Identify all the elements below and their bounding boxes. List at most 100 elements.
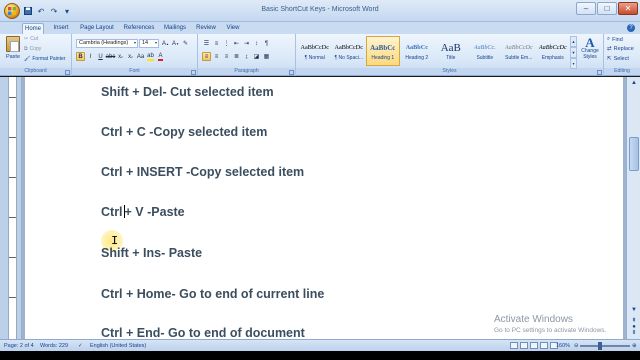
clipboard-launcher-icon[interactable] — [65, 70, 70, 75]
style-subtitle[interactable]: AaBbCc. Subtitle — [468, 36, 502, 66]
superscript-icon[interactable]: x2 — [126, 52, 135, 61]
bullets-icon[interactable]: ☰ — [202, 39, 211, 48]
font-color-icon[interactable]: A — [156, 52, 165, 61]
select-button[interactable]: ⇱ Select — [607, 56, 629, 62]
tab-home[interactable]: Home — [22, 23, 44, 34]
doc-line[interactable]: Ctrl + C -Copy selected item — [101, 125, 267, 139]
font-size-box[interactable]: 14 — [139, 39, 159, 48]
highlight-icon[interactable]: ab — [146, 52, 155, 61]
minimize-button[interactable]: – — [576, 2, 596, 15]
proofing-icon[interactable]: ✓ — [78, 343, 83, 349]
copy-button[interactable]: ⧉ Copy — [24, 46, 41, 52]
font-launcher-icon[interactable] — [191, 70, 196, 75]
select-label: Select — [613, 56, 629, 62]
style-normal[interactable]: AaBbCcDc ¶ Normal — [298, 36, 332, 66]
gallery-up-icon[interactable]: ▲ — [570, 36, 577, 47]
find-button[interactable]: ⌕ Find — [607, 36, 623, 43]
multilevel-list-icon[interactable]: ⋮ — [222, 39, 231, 48]
styles-launcher-icon[interactable] — [597, 70, 602, 75]
doc-line[interactable]: Shift + Del- Cut selected item — [101, 85, 274, 99]
paragraph-launcher-icon[interactable] — [289, 70, 294, 75]
gallery-down-icon[interactable]: ▼ — [570, 47, 577, 58]
align-right-icon[interactable]: ≡ — [222, 52, 231, 61]
style-heading-2[interactable]: AaBbCc Heading 2 — [400, 36, 434, 66]
borders-icon[interactable]: ▦ — [262, 52, 271, 61]
doc-line[interactable]: Shift + Ins- Paste — [101, 246, 202, 260]
scroll-thumb[interactable] — [629, 137, 639, 171]
cut-button[interactable]: ✂ Cut — [24, 36, 38, 42]
maximize-button[interactable]: □ — [597, 2, 617, 15]
tab-mailings[interactable]: Mailings — [161, 23, 189, 34]
vertical-scrollbar[interactable]: ▲ ▼ ⇞ ● ⇟ — [626, 77, 640, 339]
tab-review[interactable]: Review — [194, 23, 218, 34]
decrease-indent-icon[interactable]: ⇤ — [232, 39, 241, 48]
numbering-icon[interactable]: ≡ — [212, 39, 221, 48]
style-sample: AaBbCc. — [473, 44, 496, 51]
font-name-value: Cambria (Headings) — [79, 40, 129, 46]
italic-icon[interactable]: I — [86, 52, 95, 61]
help-icon[interactable]: ? — [627, 24, 635, 32]
increase-indent-icon[interactable]: ⇥ — [242, 39, 251, 48]
paste-button[interactable]: Paste — [3, 36, 23, 66]
print-layout-icon[interactable] — [510, 342, 518, 349]
document-page[interactable]: Shift + Del- Cut selected item Ctrl + C … — [25, 77, 623, 339]
scroll-up-icon[interactable]: ▲ — [629, 78, 639, 88]
word-count[interactable]: Words: 229 — [40, 343, 68, 349]
sort-icon[interactable]: ↕ — [252, 39, 261, 48]
font-name-box[interactable]: Cambria (Headings) — [76, 39, 138, 48]
clipboard-group: Paste ✂ Cut ⧉ Copy 🖌 Format Painter Clipboa… — [0, 34, 72, 76]
doc-line[interactable]: Ctrl + V -Paste — [101, 205, 185, 219]
zoom-out-icon[interactable]: ⊖ — [574, 343, 579, 349]
close-button[interactable]: ✕ — [618, 2, 638, 15]
zoom-slider[interactable] — [580, 345, 630, 347]
tab-page-layout[interactable]: Page Layout — [78, 23, 116, 34]
show-marks-icon[interactable]: ¶ — [262, 39, 271, 48]
chevron-down-icon — [134, 42, 136, 44]
clear-format-icon[interactable]: ✎ — [181, 39, 190, 48]
bold-icon[interactable]: B — [76, 52, 85, 61]
align-left-icon[interactable]: ≡ — [202, 52, 211, 61]
underline-icon[interactable]: U — [96, 52, 105, 61]
scroll-down-icon[interactable]: ▼ — [629, 305, 639, 315]
replace-button[interactable]: ⇄ Replace — [607, 46, 634, 52]
doc-line[interactable]: Ctrl + Home- Go to end of current line — [101, 287, 324, 301]
page-count[interactable]: Page: 2 of 4 — [4, 343, 34, 349]
justify-icon[interactable]: ≣ — [232, 52, 241, 61]
next-page-icon[interactable]: ⇟ — [629, 328, 639, 338]
zoom-slider-thumb[interactable] — [598, 342, 602, 350]
tab-insert[interactable]: Insert — [50, 23, 72, 34]
line-spacing-icon[interactable]: ↨ — [242, 52, 251, 61]
change-styles-button[interactable]: A Change Styles — [578, 36, 602, 66]
styles-group-label: Styles — [296, 68, 603, 75]
doc-line[interactable]: Ctrl + End- Go to end of document — [101, 326, 305, 339]
language[interactable]: English (United States) — [90, 343, 146, 349]
shrink-font-icon[interactable]: A ▼ — [171, 39, 180, 48]
style-name: ¶ No Spaci... — [334, 55, 364, 61]
full-screen-reading-icon[interactable] — [520, 342, 528, 349]
align-center-icon[interactable]: ≡ — [212, 52, 221, 61]
outline-icon[interactable] — [540, 342, 548, 349]
style-title[interactable]: AaB Title — [434, 36, 468, 66]
scissors-icon: ✂ — [24, 36, 29, 42]
doc-line[interactable]: Ctrl + INSERT -Copy selected item — [101, 165, 304, 179]
subscript-icon[interactable]: x2 — [116, 52, 125, 61]
gallery-more-icon[interactable]: ▾ — [570, 58, 577, 69]
format-painter-label: Format Painter — [32, 56, 66, 62]
web-layout-icon[interactable] — [530, 342, 538, 349]
format-buttons: B I U abc x2 x2 Aa ab A — [76, 52, 165, 61]
tab-references[interactable]: References — [121, 23, 157, 34]
style-heading-1[interactable]: AaBbCc Heading 1 — [366, 36, 400, 66]
style-subtle-emphasis[interactable]: AaBbCcDc Subtle Em... — [502, 36, 536, 66]
clipboard-group-label: Clipboard — [0, 68, 71, 75]
shading-icon[interactable]: ◪ — [252, 52, 261, 61]
tab-view[interactable]: View — [223, 23, 243, 34]
change-case-icon[interactable]: Aa — [136, 52, 145, 61]
zoom-in-icon[interactable]: ⊕ — [632, 343, 637, 349]
zoom-level[interactable]: 160% — [556, 343, 570, 349]
strikethrough-icon[interactable]: abc — [106, 52, 116, 61]
grow-font-icon[interactable]: A ▲ — [161, 39, 170, 48]
style-emphasis[interactable]: AaBbCcDc Emphasis — [536, 36, 570, 66]
style-no-spacing[interactable]: AaBbCcDc ¶ No Spaci... — [332, 36, 366, 66]
format-painter-button[interactable]: 🖌 Format Painter — [24, 56, 65, 62]
styles-gallery-scroll: ▲ ▼ ▾ — [570, 36, 577, 69]
